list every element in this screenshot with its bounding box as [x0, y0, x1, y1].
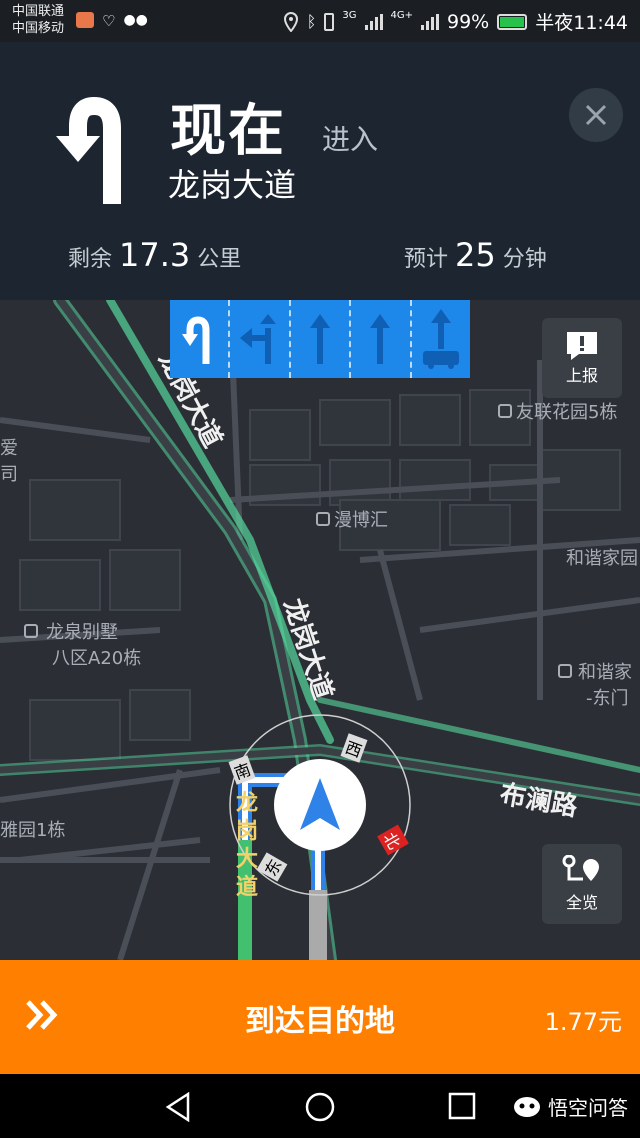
net-4g: 4G+: [390, 10, 414, 21]
signal-icon-2: [421, 13, 439, 30]
report-button[interactable]: 上报: [542, 318, 622, 398]
remaining-prefix: 剩余: [68, 247, 113, 272]
health-icon: ♡: [102, 12, 116, 30]
battery-percent: 99%: [447, 10, 490, 33]
remaining-value: 17.3: [119, 236, 191, 274]
back-icon[interactable]: [164, 1092, 192, 1122]
clock: 半夜11:44: [535, 12, 628, 34]
battery-icon: [497, 13, 528, 30]
gate-icon: [558, 664, 572, 678]
next-road-name: 龙岗大道: [168, 166, 297, 204]
straight-lane-icon: [310, 314, 331, 364]
lane-left-straight: [230, 300, 291, 378]
signal-icon: [364, 13, 383, 30]
poi-partial[interactable]: 爱司: [0, 434, 18, 486]
close-navigation-button[interactable]: [569, 88, 623, 142]
recents-icon[interactable]: [448, 1092, 476, 1120]
system-nav-bar: 悟空问答: [0, 1074, 640, 1138]
destination-bar[interactable]: 到达目的地 1.77元: [0, 960, 640, 1074]
vibrate-icon: [324, 12, 335, 31]
straight-lane-icon-2: [370, 314, 391, 364]
left-turn-lane-icon: [239, 314, 276, 364]
eta-value: 25: [455, 236, 496, 274]
lane-straight-1: [291, 300, 352, 378]
overview-button[interactable]: 全览: [542, 844, 622, 924]
lane-bus: [412, 300, 470, 378]
wukong-logo-icon: [514, 1096, 540, 1117]
poi-hexie-east[interactable]: 和谐家 -东门: [558, 658, 632, 710]
home-icon-2: [24, 624, 38, 638]
remaining-distance: 剩余 17.3 公里: [68, 236, 241, 274]
status-bar: 中国联通 中国移动 ♡ ●● ᛒ 3G 4G+ 99% 半夜11:44: [0, 0, 640, 42]
location-icon: [283, 11, 298, 32]
app-notification-icon: [76, 12, 94, 28]
net-3g: 3G: [342, 10, 357, 21]
bus-lane-icon: [422, 309, 459, 369]
wechat-icon: ●●: [123, 12, 148, 28]
estimated-time: 预计 25 分钟: [404, 236, 547, 274]
mall-icon: [316, 512, 330, 526]
notification-icons: ♡ ●●: [76, 12, 148, 30]
lane-guidance: [170, 300, 470, 378]
close-icon: [585, 104, 607, 126]
status-right: ᛒ 3G 4G+ 99% 半夜11:44: [283, 8, 628, 35]
overview-label: 全览: [565, 893, 598, 912]
bluetooth-icon: ᛒ: [306, 12, 317, 31]
report-label: 上报: [565, 366, 598, 385]
u-turn-lane-icon: [182, 316, 210, 364]
lane-straight-2: [351, 300, 412, 378]
u-turn-left-icon: [56, 96, 121, 204]
road-label-longgang-3: 龙岗大道: [236, 791, 259, 900]
eta-prefix: 预计: [404, 247, 449, 272]
remaining-unit: 公里: [197, 247, 242, 272]
lane-uturn: [170, 300, 231, 378]
taxi-fare: 1.77元: [544, 1008, 622, 1036]
maneuver-timing: 现在: [170, 99, 286, 164]
poi-longquan[interactable]: 龙泉别墅 八区A20栋: [24, 618, 141, 670]
report-icon: [567, 332, 597, 360]
home-icon: [498, 404, 512, 418]
carrier-1: 中国联通: [12, 4, 65, 19]
poi-youlian[interactable]: 友联花园5栋: [498, 398, 617, 424]
carrier-2: 中国移动: [12, 21, 65, 36]
eta-unit: 分钟: [502, 247, 547, 272]
home-button-icon[interactable]: [304, 1091, 336, 1123]
enter-label: 进入: [322, 123, 379, 156]
poi-yayuan[interactable]: 雅园1栋: [0, 816, 65, 842]
poi-hexie[interactable]: 和谐家园: [566, 544, 638, 570]
poi-manbohui[interactable]: 漫博汇: [316, 506, 388, 532]
route-overview-icon: [562, 855, 599, 881]
carrier-labels: 中国联通 中国移动: [12, 3, 64, 37]
watermark: 悟空问答: [512, 1092, 628, 1121]
watermark-text: 悟空问答: [548, 1096, 628, 1120]
